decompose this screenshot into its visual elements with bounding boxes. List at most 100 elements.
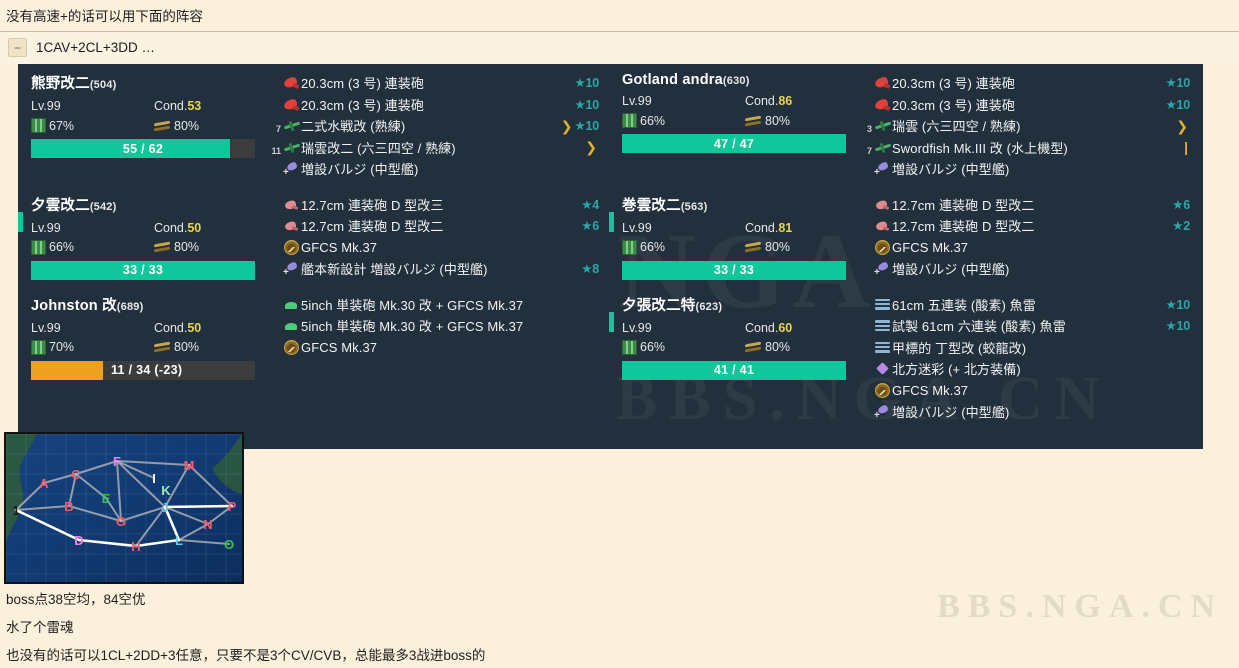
equipment-meta: ★10 <box>1155 297 1190 312</box>
equipment-row[interactable]: 3 瑞雲 (六三四空 / 熟練) ❯ <box>857 115 1190 137</box>
equipment-row[interactable]: 20.3cm (3 号) 連装砲 ★10 <box>857 94 1190 116</box>
equipment-row[interactable]: GFCS Mk.37 <box>266 237 599 259</box>
equipment-row[interactable]: 増設バルジ (中型艦) <box>857 158 1190 180</box>
ship-card[interactable]: 夕張改二特(623) Lv.99 Cond.60 66% 80% 41 / 41 61cm … <box>609 286 1200 429</box>
ship-card[interactable]: 巻雲改二(563) Lv.99 Cond.81 66% 80% 33 / 33 12.7cm… <box>609 186 1200 286</box>
row-accent-marker <box>18 211 23 232</box>
ship-name: 夕雲改二(542) <box>31 194 266 215</box>
map-node-label: I <box>152 471 156 486</box>
equipment-row[interactable]: 12.7cm 連装砲 D 型改二 ★6 <box>857 194 1190 216</box>
ship-id: (623) <box>695 300 723 313</box>
equipment-meta: ★10 <box>1155 318 1190 333</box>
equipment-row[interactable]: 増設バルジ (中型艦) <box>266 158 599 180</box>
ship-name-text: Johnston 改 <box>31 297 117 314</box>
ship-card[interactable]: 熊野改二(504) Lv.99 Cond.53 67% 80% 55 / 62 20.3cm… <box>18 64 609 186</box>
equipment-improvement-star: ★6 <box>581 219 599 234</box>
equipment-row[interactable]: 艦本新設計 増設バルジ (中型艦) ★8 <box>266 258 599 280</box>
map-node-label: B <box>64 499 73 514</box>
equipment-row[interactable]: 北方迷彩 (+ 北方装備) <box>857 358 1190 380</box>
map-node-label: E <box>102 491 111 506</box>
bulge-icon <box>874 162 890 178</box>
equipment-icon-wrap <box>873 119 892 132</box>
ammo-status: 80% <box>154 240 199 254</box>
equipment-name: 5inch 単装砲 Mk.30 改 + GFCS Mk.37 <box>301 319 524 335</box>
equipment-row[interactable]: 甲標的 丁型改 (蛟龍改) <box>857 337 1190 359</box>
ship-id: (504) <box>89 79 117 91</box>
ammo-value: 80% <box>765 240 791 254</box>
fuel-value: 70% <box>49 340 75 354</box>
gun-red-icon <box>284 76 299 89</box>
ammo-status: 80% <box>745 240 790 254</box>
equipment-row[interactable]: 試製 61cm 六連装 (酸素) 魚雷 ★10 <box>857 315 1190 337</box>
ammo-value: 80% <box>174 240 200 254</box>
equipment-row[interactable]: 61cm 五連装 (酸素) 魚雷 ★10 <box>857 294 1190 316</box>
equipment-row[interactable]: 5inch 単装砲 Mk.30 改 + GFCS Mk.37 <box>266 294 599 316</box>
bottom-notes: BBS.NGA.CN boss点38空均，84空优 水了个雷魂 也没有的话可以1… <box>0 584 1239 668</box>
equipment-row[interactable]: 増設バルジ (中型艦) <box>857 401 1190 423</box>
equipment-icon-wrap <box>873 320 892 332</box>
collapsible-header[interactable]: − 1CAV+2CL+3DD … <box>0 32 1239 64</box>
equipment-row[interactable]: GFCS Mk.37 <box>857 237 1190 259</box>
cond-label: Cond. <box>745 320 779 335</box>
hp-row: 55 / 62 <box>31 139 266 158</box>
ship-stats: Lv.99 Cond.53 <box>31 99 266 113</box>
torpedo-icon <box>875 341 890 353</box>
map-node-label: D <box>74 533 83 548</box>
fuel-icon <box>31 339 46 355</box>
row-accent-marker <box>609 311 614 332</box>
hp-text: 47 / 47 <box>713 136 755 151</box>
equipment-icon-wrap <box>282 298 301 311</box>
equipment-icon-wrap <box>873 362 892 375</box>
equipment-row[interactable]: 12.7cm 連装砲 D 型改二 ★6 <box>266 215 599 237</box>
collapse-toggle-icon[interactable]: − <box>8 38 27 57</box>
ship-name: 巻雲改二(563) <box>622 194 857 215</box>
ammo-status: 80% <box>745 114 790 128</box>
ship-card[interactable]: Gotland andra(630) Lv.99 Cond.86 66% 80% 47 /… <box>609 64 1200 186</box>
equipment-name: 12.7cm 連装砲 D 型改二 <box>301 219 444 235</box>
equipment-meta: ★4 <box>571 197 599 212</box>
equipment-row[interactable]: 20.3cm (3 号) 連装砲 ★10 <box>857 72 1190 94</box>
equipment-slot-count: 3 <box>866 124 872 135</box>
equipment-row[interactable]: 5inch 単装砲 Mk.30 改 + GFCS Mk.37 <box>266 315 599 337</box>
equipment-meta: ★6 <box>1162 197 1190 212</box>
equipment-row[interactable]: 7 Swordfish Mk.III 改 (水上機型) | <box>857 137 1190 159</box>
ship-card[interactable]: 夕雲改二(542) Lv.99 Cond.50 66% 80% 33 / 33 12.7cm… <box>18 186 609 286</box>
hp-bar: 33 / 33 <box>622 260 846 280</box>
equipment-row[interactable]: 12.7cm 連装砲 D 型改三 ★4 <box>266 194 599 216</box>
plane-icon <box>875 141 891 154</box>
ship-cond: Cond.53 <box>154 99 201 113</box>
equipment-row[interactable]: GFCS Mk.37 <box>266 337 599 359</box>
equipment-row[interactable]: 20.3cm (3 号) 連装砲 ★10 <box>266 72 599 94</box>
diamond-icon <box>876 362 889 375</box>
gun-pink-icon <box>284 198 299 211</box>
hp-text: 33 / 33 <box>122 263 164 277</box>
cond-value: 50 <box>187 320 202 335</box>
hp-row: 47 / 47 <box>622 134 857 153</box>
equipment-row[interactable]: 20.3cm (3 号) 連装砲 ★10 <box>266 94 599 116</box>
equipment-name: 20.3cm (3 号) 連装砲 <box>892 76 1015 92</box>
equipment-name: 増設バルジ (中型艦) <box>892 162 1010 178</box>
equipment-row[interactable]: 12.7cm 連装砲 D 型改二 ★2 <box>857 215 1190 237</box>
equipment-row[interactable]: 7 二式水戦改 (熟練) ❯ ★10 <box>266 115 599 137</box>
ammo-status: 80% <box>745 340 790 354</box>
ship-level: Lv.99 <box>31 320 61 335</box>
equipment-improvement-star: ★8 <box>581 262 599 277</box>
fleet-grid: 熊野改二(504) Lv.99 Cond.53 67% 80% 55 / 62 20.3cm… <box>18 64 1203 429</box>
equipment-row[interactable]: 11 瑞雲改二 (六三四空 / 熟練) ❯ <box>266 137 599 159</box>
ship-card[interactable]: Johnston 改(689) Lv.99 Cond.50 70% 80% 11 / 34… <box>18 286 609 429</box>
equipment-name: 二式水戦改 (熟練) <box>301 119 406 135</box>
equipment-row[interactable]: GFCS Mk.37 <box>857 380 1190 402</box>
torpedo-icon <box>875 320 890 332</box>
radar-icon <box>875 239 890 255</box>
map-node-label: A <box>39 476 49 491</box>
ship-cond: Cond.50 <box>154 321 201 335</box>
fuel-icon <box>622 113 637 128</box>
ship-info: Johnston 改(689) Lv.99 Cond.50 70% 80% 11 / 34… <box>18 294 266 423</box>
bottom-note-0: boss点38空均，84空优 <box>6 592 146 607</box>
fuel-status: 66% <box>622 339 745 355</box>
equipment-improvement-star: ★4 <box>581 197 599 212</box>
equipment-row[interactable]: 増設バルジ (中型艦) <box>857 258 1190 280</box>
equipment-icon-wrap <box>873 198 892 211</box>
map-node-label: N <box>203 517 212 532</box>
equipment-name: 瑞雲改二 (六三四空 / 熟練) <box>301 140 456 156</box>
